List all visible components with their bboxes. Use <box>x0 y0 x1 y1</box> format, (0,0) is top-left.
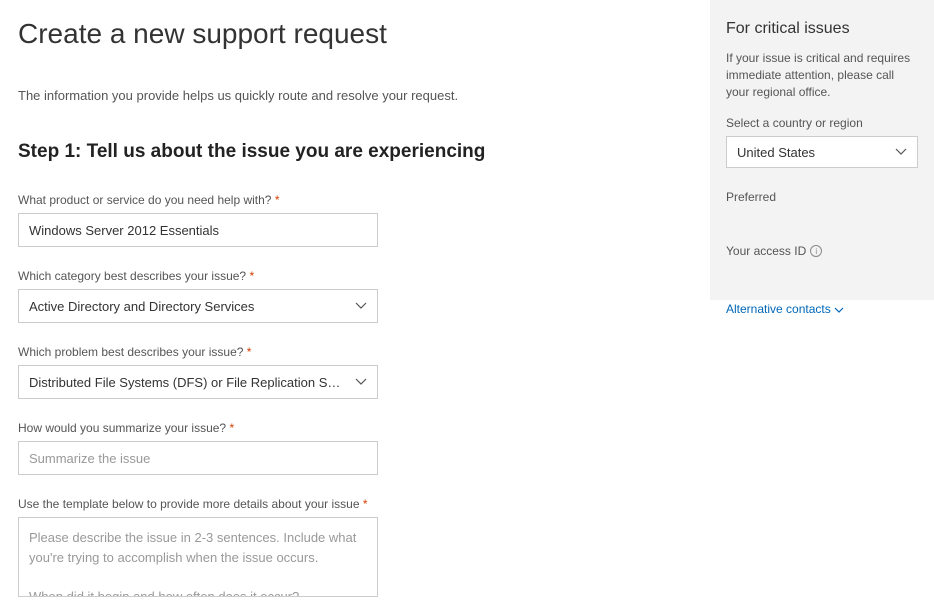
sidebar-body: If your issue is critical and requires i… <box>726 50 918 100</box>
required-marker: * <box>249 269 254 283</box>
details-field: Use the template below to provide more d… <box>18 497 690 602</box>
critical-issues-sidebar: For critical issues If your issue is cri… <box>710 0 934 300</box>
summary-input[interactable] <box>18 441 378 475</box>
region-label: Select a country or region <box>726 116 918 130</box>
category-label: Which category best describes your issue… <box>18 269 690 283</box>
category-select[interactable]: Active Directory and Directory Services <box>18 289 378 323</box>
required-marker: * <box>247 345 252 359</box>
product-label: What product or service do you need help… <box>18 193 690 207</box>
product-field: What product or service do you need help… <box>18 193 690 247</box>
required-marker: * <box>363 497 368 511</box>
problem-field: Which problem best describes your issue?… <box>18 345 690 399</box>
details-textarea[interactable]: Please describe the issue in 2-3 sentenc… <box>18 517 378 597</box>
problem-select[interactable]: Distributed File Systems (DFS) or File R… <box>18 365 378 399</box>
details-label: Use the template below to provide more d… <box>18 497 690 511</box>
main-form-area: Create a new support request The informa… <box>0 0 710 562</box>
chevron-down-icon <box>834 305 844 315</box>
page-title: Create a new support request <box>18 18 690 50</box>
sidebar-title: For critical issues <box>726 20 918 38</box>
access-id-label: Your access ID i <box>726 244 918 258</box>
category-field: Which category best describes your issue… <box>18 269 690 323</box>
product-select[interactable]: Windows Server 2012 Essentials <box>18 213 378 247</box>
summary-label: How would you summarize your issue? * <box>18 421 690 435</box>
region-select[interactable]: United States <box>726 136 918 168</box>
info-icon[interactable]: i <box>810 245 822 257</box>
summary-field: How would you summarize your issue? * <box>18 421 690 475</box>
step-1-heading: Step 1: Tell us about the issue you are … <box>18 141 690 163</box>
problem-label: Which problem best describes your issue?… <box>18 345 690 359</box>
required-marker: * <box>275 193 280 207</box>
alternative-contacts-link[interactable]: Alternative contacts <box>726 302 844 316</box>
preferred-label: Preferred <box>726 190 918 204</box>
intro-text: The information you provide helps us qui… <box>18 88 690 103</box>
required-marker: * <box>229 421 234 435</box>
